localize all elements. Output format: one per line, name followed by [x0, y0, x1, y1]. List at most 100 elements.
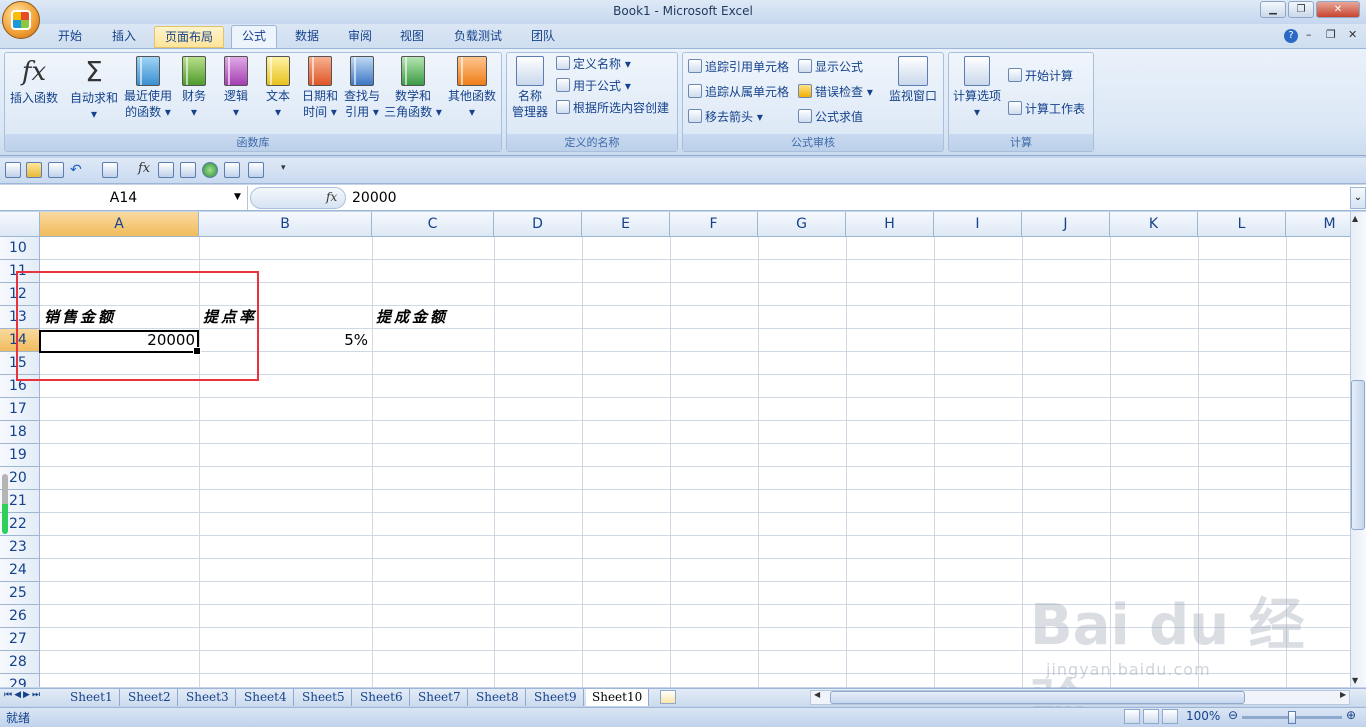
fx-qat-icon[interactable]: fx [138, 161, 150, 176]
name-box[interactable]: A14 [0, 186, 248, 210]
tab-data[interactable]: 数据 [285, 26, 329, 48]
column-header-j[interactable]: J [1022, 212, 1110, 237]
undo-icon[interactable]: ↶ [70, 162, 82, 178]
column-header-d[interactable]: D [494, 212, 582, 237]
column-header-c[interactable]: C [372, 212, 494, 237]
calculation-options-button[interactable]: 计算选项 ▾ [950, 56, 1004, 120]
select-all-corner[interactable] [0, 212, 40, 237]
row-header[interactable]: 25 [0, 582, 40, 605]
sheet-tab[interactable]: Sheet9 [528, 689, 584, 706]
column-header-l[interactable]: L [1198, 212, 1286, 237]
financial-button[interactable]: 财务 ▾ [176, 56, 212, 120]
more-functions-button[interactable]: 其他函数 ▾ [444, 56, 500, 120]
sheet-nav-arrows-icon[interactable]: ⏮◀▶⏭ [4, 690, 42, 700]
customize-qat-icon[interactable]: ▾ [281, 163, 286, 173]
autosum-button[interactable]: Σ 自动求和 ▾ [66, 56, 122, 122]
remove-arrows-button[interactable]: 移去箭头 ▾ [688, 107, 763, 127]
row-header[interactable]: 29 [0, 674, 40, 687]
open-folder-icon[interactable] [26, 162, 42, 178]
tab-page-layout[interactable]: 页面布局 [154, 26, 225, 48]
column-header-i[interactable]: I [934, 212, 1022, 237]
page-layout-view-icon[interactable] [1143, 709, 1159, 724]
watch-window-button[interactable]: 监视窗口 [886, 56, 940, 104]
tab-team[interactable]: 团队 [521, 26, 565, 48]
row-header[interactable]: 17 [0, 398, 40, 421]
name-manager-button[interactable]: 名称 管理器 [508, 56, 552, 120]
calculate-now-button[interactable]: 开始计算 [1008, 66, 1073, 86]
insert-function-button[interactable]: fx 插入函数 [6, 56, 62, 106]
row-header[interactable]: 24 [0, 559, 40, 582]
zoom-in-icon[interactable]: ⊕ [1346, 708, 1356, 722]
define-name-button[interactable]: 定义名称 ▾ [556, 54, 631, 74]
tab-view[interactable]: 视图 [390, 26, 434, 48]
row-header[interactable]: 19 [0, 444, 40, 467]
scroll-right-icon[interactable]: ▶ [1340, 690, 1346, 699]
scroll-down-icon[interactable]: ▼ [1352, 676, 1358, 685]
sheet-tab-active[interactable]: Sheet10 [586, 689, 650, 706]
column-header-m[interactable]: M [1286, 212, 1350, 237]
workbook-close-icon[interactable]: ✕ [1348, 28, 1357, 41]
recently-used-button[interactable]: 最近使用 的函数 ▾ [122, 56, 174, 120]
calculate-sheet-button[interactable]: 计算工作表 [1008, 99, 1085, 119]
create-from-selection-button[interactable]: 根据所选内容创建 [556, 98, 669, 118]
zoom-slider-knob[interactable] [1288, 711, 1296, 724]
trace-precedents-button[interactable]: 追踪引用单元格 [688, 57, 789, 77]
page-break-view-icon[interactable] [1162, 709, 1178, 724]
insert-function-fx-button[interactable]: fx [326, 190, 337, 204]
tab-insert[interactable]: 插入 [102, 26, 146, 48]
tab-load-test[interactable]: 负载测试 [444, 26, 512, 48]
sheet-tab[interactable]: Sheet8 [470, 689, 526, 706]
row-header[interactable]: 26 [0, 605, 40, 628]
tab-home[interactable]: 开始 [48, 26, 92, 48]
sheet-tab[interactable]: Sheet3 [180, 689, 236, 706]
name-box-dropdown-icon[interactable]: ▼ [234, 192, 241, 202]
error-checking-button[interactable]: 错误检查 ▾ [798, 82, 873, 102]
column-header-f[interactable]: F [670, 212, 758, 237]
scroll-left-icon[interactable]: ◀ [814, 690, 820, 699]
zoom-out-icon[interactable]: ⊖ [1228, 708, 1238, 722]
row-header[interactable]: 23 [0, 536, 40, 559]
row-header[interactable]: 18 [0, 421, 40, 444]
row-header[interactable]: 28 [0, 651, 40, 674]
sort-icon[interactable] [248, 162, 264, 178]
row-header[interactable]: 27 [0, 628, 40, 651]
globe-icon[interactable] [202, 162, 218, 178]
ribbon-minimize-icon[interactable]: – [1306, 28, 1312, 41]
show-formulas-button[interactable]: 显示公式 [798, 57, 863, 77]
column-header-k[interactable]: K [1110, 212, 1198, 237]
use-in-formula-button[interactable]: 用于公式 ▾ [556, 76, 631, 96]
cell-c13[interactable]: 提成金额 [376, 306, 448, 329]
evaluate-formula-button[interactable]: 公式求值 [798, 107, 863, 127]
minimize-button[interactable]: ▁ [1260, 1, 1286, 18]
print-icon[interactable] [48, 162, 64, 178]
ribbon-restore-icon[interactable]: ❐ [1326, 28, 1336, 41]
formula-input[interactable]: 20000 [352, 186, 397, 210]
maximize-button[interactable]: ❐ [1288, 1, 1314, 18]
scroll-up-icon[interactable]: ▲ [1352, 214, 1358, 223]
sheet-tab[interactable]: Sheet4 [238, 689, 294, 706]
column-header-b[interactable]: B [199, 212, 372, 237]
horizontal-scroll-thumb[interactable] [830, 691, 1245, 704]
column-header-e[interactable]: E [582, 212, 670, 237]
normal-view-icon[interactable] [1124, 709, 1140, 724]
grid-icon[interactable] [158, 162, 174, 178]
lookup-reference-button[interactable]: 查找与 引用 ▾ [342, 56, 382, 120]
math-trig-button[interactable]: 数学和 三角函数 ▾ [384, 56, 442, 120]
column-header-a[interactable]: A [40, 212, 199, 237]
row-header[interactable]: 10 [0, 237, 40, 260]
help-icon[interactable]: ? [1284, 29, 1298, 43]
close-button[interactable]: ✕ [1316, 1, 1360, 18]
logical-button[interactable]: 逻辑 ▾ [218, 56, 254, 120]
sheet-tab[interactable]: Sheet6 [354, 689, 410, 706]
text-button[interactable]: 文本 ▾ [260, 56, 296, 120]
sheet-tab[interactable]: Sheet2 [122, 689, 178, 706]
tab-review[interactable]: 审阅 [338, 26, 382, 48]
column-header-g[interactable]: G [758, 212, 846, 237]
trace-dependents-button[interactable]: 追踪从属单元格 [688, 82, 789, 102]
column-header-h[interactable]: H [846, 212, 934, 237]
filter-icon[interactable] [224, 162, 240, 178]
zoom-level[interactable]: 100% [1186, 709, 1220, 723]
sheet-tab[interactable]: Sheet1 [64, 689, 120, 706]
tab-formulas[interactable]: 公式 [231, 25, 278, 49]
sheet-tab[interactable]: Sheet7 [412, 689, 468, 706]
